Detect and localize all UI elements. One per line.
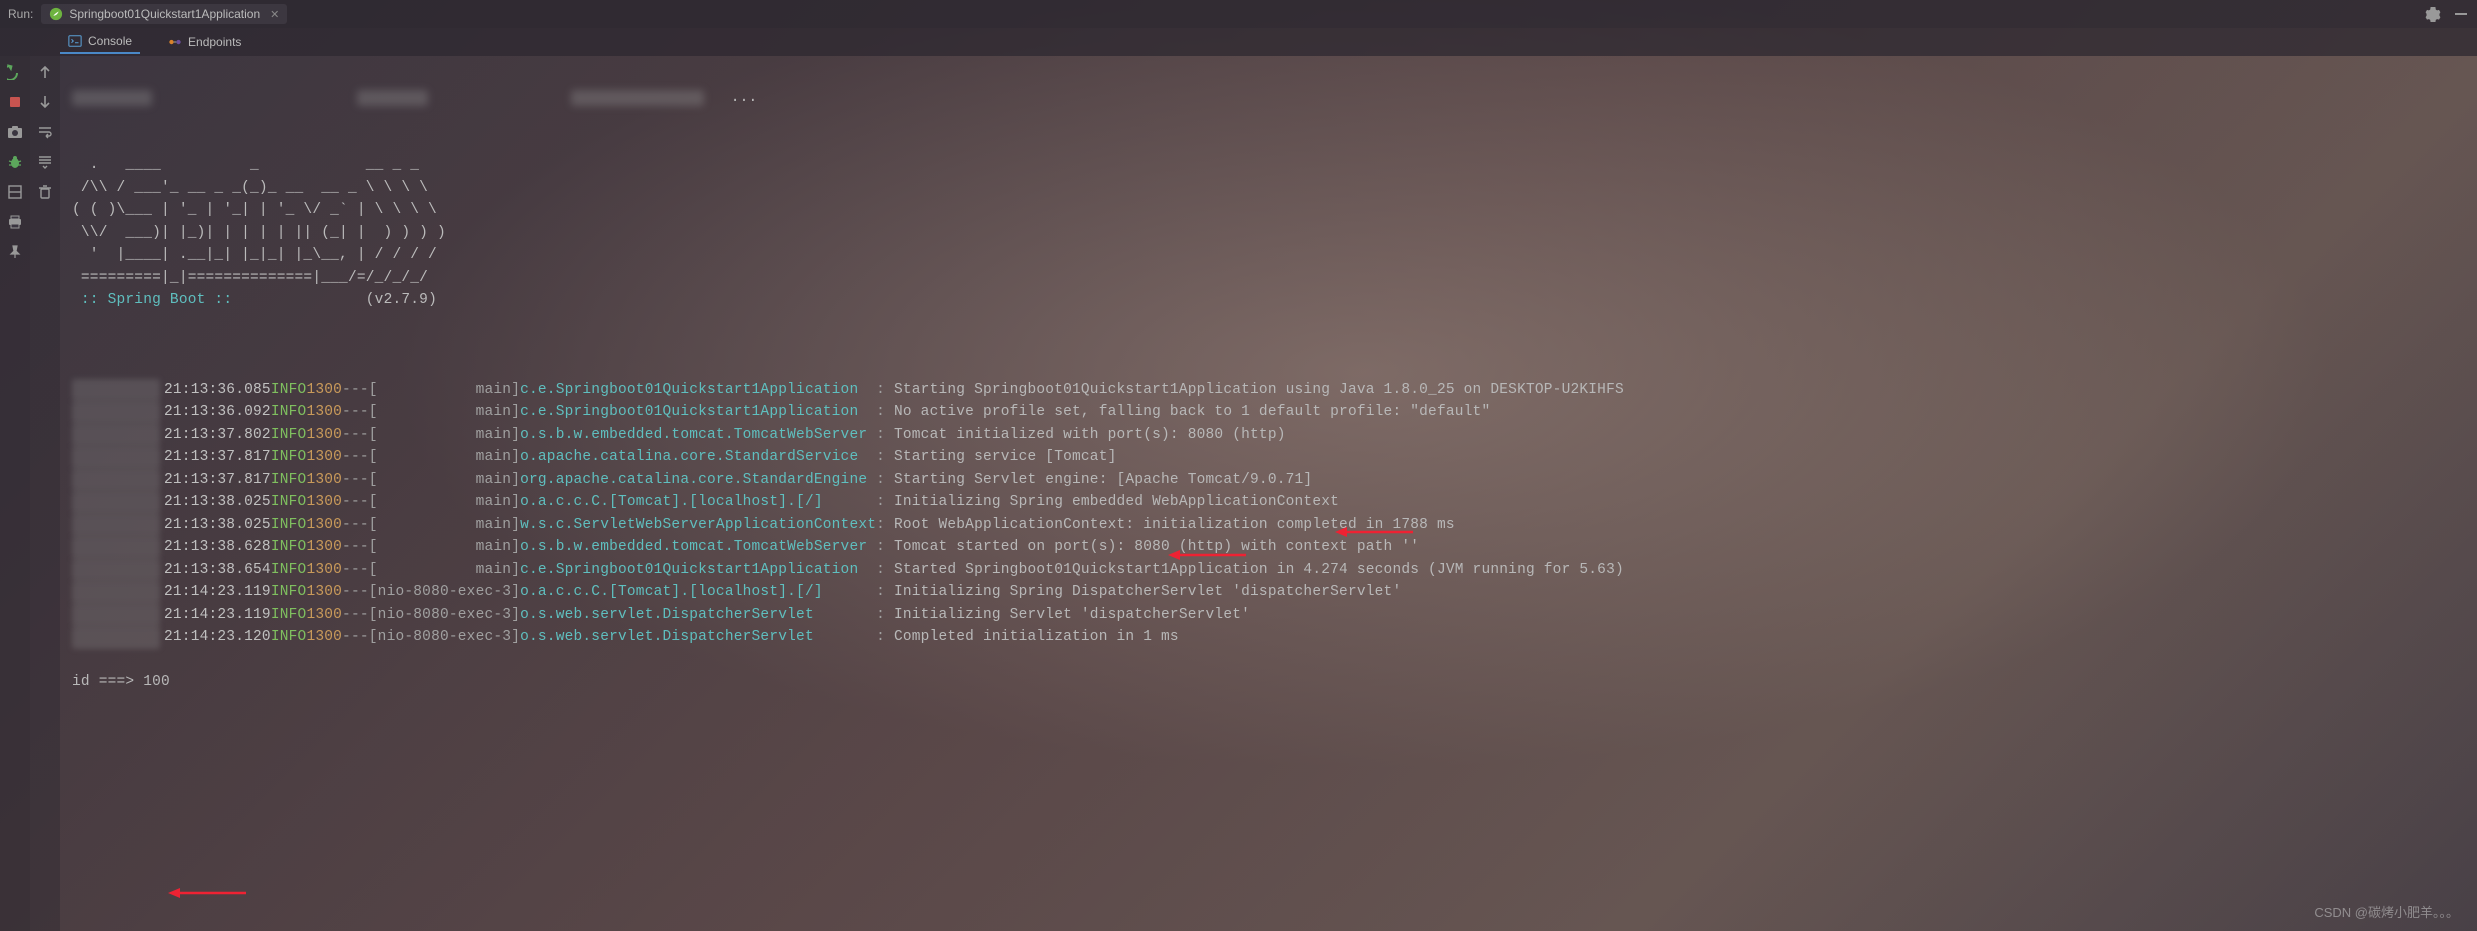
- run-configuration-tab[interactable]: Springboot01Quickstart1Application ✕: [41, 4, 287, 24]
- log-line: XXXX-XX-XX 21:13:38.025 INFO 1300 --- [ …: [72, 491, 2477, 514]
- log-line: XXXX-XX-XX 21:13:37.817 INFO 1300 --- [ …: [72, 469, 2477, 492]
- up-arrow-icon[interactable]: [37, 64, 53, 80]
- gear-icon[interactable]: [2425, 6, 2441, 22]
- soft-wrap-icon[interactable]: [37, 124, 53, 140]
- tab-console-label: Console: [88, 34, 132, 48]
- run-header: Run: Springboot01Quickstart1Application …: [0, 0, 2477, 28]
- print-icon[interactable]: [7, 214, 23, 230]
- watermark: CSDN @碳烤小肥羊。。。: [2314, 902, 2459, 921]
- log-line: XXXX-XX-XX 21:14:23.120 INFO 1300 --- [n…: [72, 626, 2477, 649]
- endpoints-icon: [168, 35, 182, 49]
- trash-icon[interactable]: [37, 184, 53, 200]
- left-gutter-2: [30, 56, 60, 931]
- log-line: XXXX-XX-XX 21:13:38.628 INFO 1300 --- [ …: [72, 536, 2477, 559]
- tab-endpoints[interactable]: Endpoints: [160, 31, 249, 53]
- output-line: id ===> 100: [72, 674, 170, 690]
- log-line: XXXX-XX-XX 21:13:36.085 INFO 1300 --- [ …: [72, 379, 2477, 402]
- log-line: XXXX-XX-XX 21:13:37.817 INFO 1300 --- [ …: [72, 446, 2477, 469]
- log-line: XXXX-XX-XX 21:14:23.119 INFO 1300 --- [n…: [72, 604, 2477, 627]
- stop-icon[interactable]: [7, 94, 23, 110]
- down-arrow-icon[interactable]: [37, 94, 53, 110]
- spring-banner: . ____ _ __ _ _ /\\ / ___'_ __ _ _(_)_ _…: [72, 132, 2477, 312]
- log-line: XXXX-XX-XX 21:13:37.802 INFO 1300 --- [ …: [72, 424, 2477, 447]
- bug-icon[interactable]: [7, 154, 23, 170]
- left-gutter-1: [0, 56, 30, 931]
- close-icon[interactable]: ✕: [270, 8, 279, 21]
- run-label: Run:: [8, 7, 33, 21]
- camera-icon[interactable]: [7, 124, 23, 140]
- console-output[interactable]: XXXXXXXXX XXXX XX XXXXXXXXXXXXXXX ... . …: [60, 56, 2477, 931]
- log-line: XXXX-XX-XX 21:13:38.025 INFO 1300 --- [ …: [72, 514, 2477, 537]
- layout-icon[interactable]: [7, 184, 23, 200]
- rerun-icon[interactable]: [7, 64, 23, 80]
- run-config-name: Springboot01Quickstart1Application: [69, 7, 260, 21]
- spring-icon: [49, 7, 63, 21]
- console-tabs: Console Endpoints: [0, 28, 2477, 56]
- minimize-icon[interactable]: [2453, 6, 2469, 22]
- tab-endpoints-label: Endpoints: [188, 35, 241, 49]
- console-icon: [68, 34, 82, 48]
- pin-icon[interactable]: [7, 244, 23, 260]
- log-line: XXXX-XX-XX 21:14:23.119 INFO 1300 --- [n…: [72, 581, 2477, 604]
- tab-console[interactable]: Console: [60, 30, 140, 54]
- scroll-to-end-icon[interactable]: [37, 154, 53, 170]
- log-line: XXXX-XX-XX 21:13:38.654 INFO 1300 --- [ …: [72, 559, 2477, 582]
- log-line: XXXX-XX-XX 21:13:36.092 INFO 1300 --- [ …: [72, 401, 2477, 424]
